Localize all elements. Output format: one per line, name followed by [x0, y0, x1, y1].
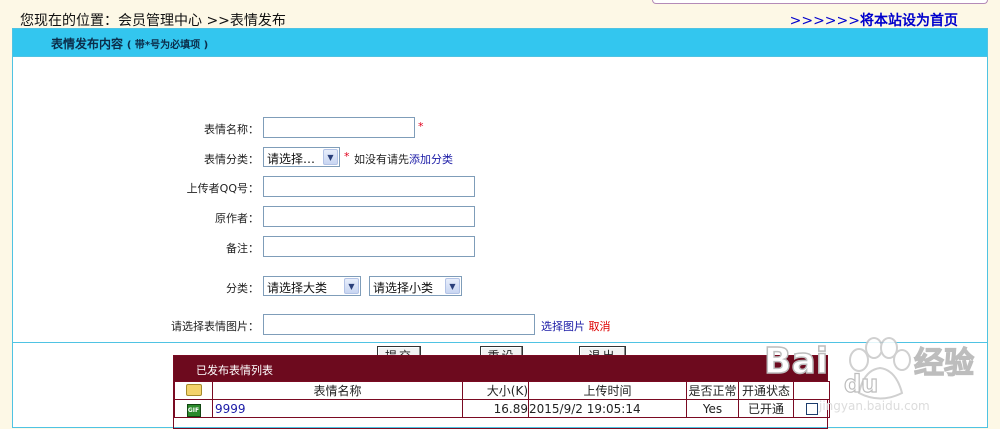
column-header-status: 开通状态 [738, 381, 794, 400]
big-class-value: 请选择大类 [267, 281, 328, 295]
column-header-time: 上传时间 [528, 381, 687, 400]
column-header-name: 表情名称 [212, 381, 463, 400]
cancel-image-link[interactable]: 取消 [589, 320, 611, 333]
home-link-prefix: >>>>>> [789, 13, 860, 29]
author-input[interactable] [263, 206, 475, 227]
name-input[interactable] [263, 117, 415, 138]
category-label: 表情分类： [204, 153, 259, 166]
row-category: 表情分类： 请选择… ▼ * 如没有请先添加分类 [13, 147, 987, 171]
image-actions: 选择图片 取消 [541, 318, 611, 334]
qq-input[interactable] [263, 176, 475, 197]
name-label: 表情名称： [204, 123, 259, 136]
gif-file-icon: GIF [186, 403, 201, 417]
published-list: 已发布表情列表 表情名称 大小(K) 上传时间 是否正常 开通状态 GIF 99… [173, 355, 830, 429]
chevron-down-icon[interactable]: ▼ [323, 149, 338, 165]
row-name: 表情名称： * [13, 117, 987, 141]
category-required-mark: * [344, 150, 350, 163]
publish-panel: 表情发布内容 ( 带*号为必填项 ) 表情名称： * 表情分类： 请选择… ▼ … [12, 28, 988, 429]
table-row: GIF 9999 16.89 2015/9/2 19:05:14 Yes 已开通 [174, 399, 830, 418]
row-image: 请选择表情图片： 选择图片 取消 [13, 314, 987, 338]
name-required-mark: * [418, 120, 424, 133]
panel-required-note: ( 带*号为必填项 ) [126, 40, 209, 51]
small-class-value: 请选择小类 [373, 281, 434, 295]
image-path-input[interactable] [263, 314, 535, 335]
row-normal: Yes [686, 399, 739, 418]
column-header-icon [174, 381, 213, 400]
author-label: 原作者： [215, 212, 259, 225]
row-class: 分类： 请选择大类 ▼ 请选择小类 ▼ [13, 276, 987, 300]
big-class-select[interactable]: 请选择大类 ▼ [263, 276, 361, 296]
list-title: 已发布表情列表 [174, 356, 827, 381]
breadcrumb: 您现在的位置：会员管理中心 >>表情发布 [20, 13, 286, 29]
class-label: 分类： [226, 282, 259, 295]
home-link-text[interactable]: 将本站设为首页 [860, 13, 958, 29]
row-time: 2015/9/2 19:05:14 [528, 399, 687, 418]
row-author: 原作者： [13, 206, 987, 230]
row-select-cell [793, 399, 830, 418]
set-homepage-link[interactable]: >>>>>>将本站设为首页 [790, 10, 958, 30]
category-hint-text: 如没有请先 [354, 153, 409, 166]
row-status: 已开通 [738, 399, 794, 418]
chevron-down-icon[interactable]: ▼ [344, 278, 359, 294]
remark-input[interactable] [263, 236, 475, 257]
qq-label: 上传者QQ号： [186, 182, 259, 195]
table-header-row: 表情名称 大小(K) 上传时间 是否正常 开通状态 [174, 381, 830, 400]
panel-header: 表情发布内容 ( 带*号为必填项 ) [13, 29, 987, 57]
row-size: 16.89 [462, 399, 529, 418]
column-header-select [793, 381, 830, 400]
row-remark: 备注： [13, 236, 987, 260]
publish-form: 表情名称： * 表情分类： 请选择… ▼ * 如没有请先添加分类 上传者QQ号：… [13, 58, 987, 366]
remark-label: 备注： [226, 242, 259, 255]
row-checkbox[interactable] [805, 403, 818, 415]
row-qq: 上传者QQ号： [13, 176, 987, 200]
published-table: 表情名称 大小(K) 上传时间 是否正常 开通状态 GIF 9999 16.89… [174, 381, 830, 418]
image-label: 请选择表情图片： [171, 320, 259, 333]
row-name-link[interactable]: 9999 [212, 399, 463, 418]
choose-image-link[interactable]: 选择图片 [541, 320, 585, 333]
column-header-size: 大小(K) [462, 381, 529, 400]
add-category-link[interactable]: 添加分类 [409, 153, 453, 166]
category-hint: 如没有请先添加分类 [354, 151, 453, 167]
panel-title: 表情发布内容 [51, 37, 124, 51]
category-select-value: 请选择… [267, 152, 316, 166]
folder-icon [185, 384, 202, 396]
row-icon-cell: GIF [174, 399, 213, 418]
category-select[interactable]: 请选择… ▼ [263, 147, 340, 167]
chevron-down-icon[interactable]: ▼ [445, 278, 460, 294]
top-strip [652, 0, 988, 4]
small-class-select[interactable]: 请选择小类 ▼ [369, 276, 462, 296]
column-header-normal: 是否正常 [686, 381, 739, 400]
